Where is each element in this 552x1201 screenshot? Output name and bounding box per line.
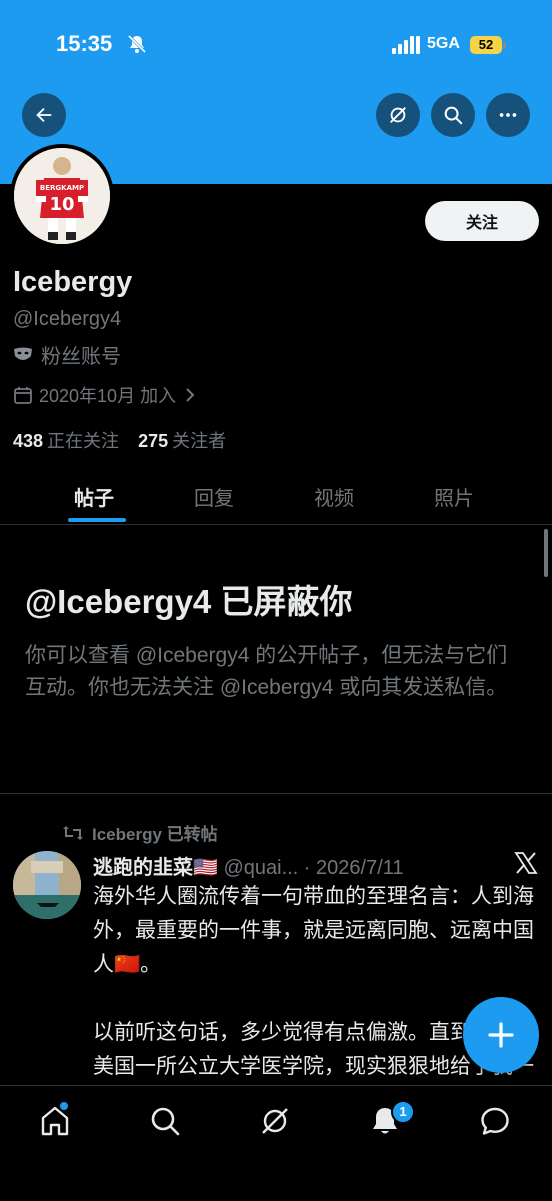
network-type: 5GA [427,35,460,52]
avatar-jersey-name: BERGKAMP [40,184,84,192]
battery-tip [503,42,506,49]
post-author-name[interactable]: 逃跑的韭菜🇺🇸 [93,857,218,879]
status-bar: 15:35 5GA 52 [0,0,552,90]
following-count: 438 [13,431,44,451]
compose-plus-icon [488,1022,514,1048]
messages-icon [481,1107,509,1135]
home-unread-dot [60,1102,68,1110]
account-label-text: 粉丝账号 [41,346,121,368]
tab-posts[interactable]: 帖子 [74,482,114,511]
divider [0,793,552,794]
grok-button[interactable] [376,93,420,137]
grok-icon [390,107,406,123]
retweet-label: Icebergy 已转帖 [92,825,218,844]
avatar-jersey-number: 10 [49,194,74,215]
tab-videos[interactable]: 视频 [314,482,354,511]
home-icon [41,1106,69,1136]
bottom-nav: 1 [0,1085,552,1201]
joined-text: 2020年10月 加入 [39,386,177,406]
handle: @Icebergy4 [13,308,122,330]
search-icon [151,1107,180,1136]
compose-button[interactable] [463,997,539,1073]
calendar-icon [14,387,32,404]
retweet-icon [63,825,83,840]
nav-grok[interactable] [258,1104,292,1138]
bell-slash-icon [127,34,147,54]
nav-search[interactable] [148,1104,182,1138]
follow-stats: 438 正在关注 275 关注者 [13,427,240,453]
mask-icon [14,347,32,360]
followers-label: 关注者 [172,431,227,451]
x-logo-icon [514,852,538,874]
back-button[interactable] [22,93,66,137]
follow-button[interactable]: 关注 [425,201,539,241]
following-label: 正在关注 [47,431,120,451]
battery-indicator: 52 [470,36,502,54]
joined-date[interactable]: 2020年10月 加入 [13,382,198,408]
notification-badge: 1 [391,1100,415,1124]
profile-avatar[interactable]: BERGKAMP 10 [10,144,114,248]
blocked-title: @Icebergy4 已屏蔽你 [25,583,353,620]
active-tab-indicator [68,518,126,522]
retweet-context[interactable]: Icebergy 已转帖 [62,820,218,845]
post-author-avatar[interactable] [13,851,81,919]
tab-photos[interactable]: 照片 [434,482,474,511]
nav-home[interactable] [38,1104,72,1138]
post-paragraph: 海外华人圈流传着一句带血的至理名言：人到海外，最重要的一件事，就是远离同胞、远离… [93,885,534,976]
venice-photo [13,851,81,919]
nav-messages[interactable] [478,1104,512,1138]
grok-icon [262,1108,288,1134]
avatar-image: BERGKAMP 10 [14,148,110,244]
signal-strength-icon [392,36,420,54]
more-button[interactable] [486,93,530,137]
chevron-right-icon [186,388,195,402]
followers-count: 275 [138,431,169,451]
arrow-left-icon [36,107,52,123]
jersey-illustration: BERGKAMP 10 [14,148,110,244]
following-link[interactable]: 438 正在关注 [13,431,133,451]
followers-link[interactable]: 275 关注者 [138,431,240,451]
search-icon [444,106,463,125]
status-time: 15:35 [56,31,113,56]
display-name: Icebergy [13,266,133,298]
blocked-body: 你可以查看 @Icebergy4 的公开帖子，但无法与它们互动。你也无法关注 @… [25,644,508,699]
post-author-meta: @quai... · 2026/7/11 [217,857,404,879]
account-label: 粉丝账号 [13,340,121,369]
search-button[interactable] [431,93,475,137]
tab-replies[interactable]: 回复 [194,482,234,511]
scrollbar[interactable] [544,529,548,577]
more-horizontal-icon [499,113,517,117]
profile-tabs: 帖子 回复 视频 照片 [0,462,552,525]
post-header: 逃跑的韭菜🇺🇸 @quai... · 2026/7/11 [93,851,404,880]
